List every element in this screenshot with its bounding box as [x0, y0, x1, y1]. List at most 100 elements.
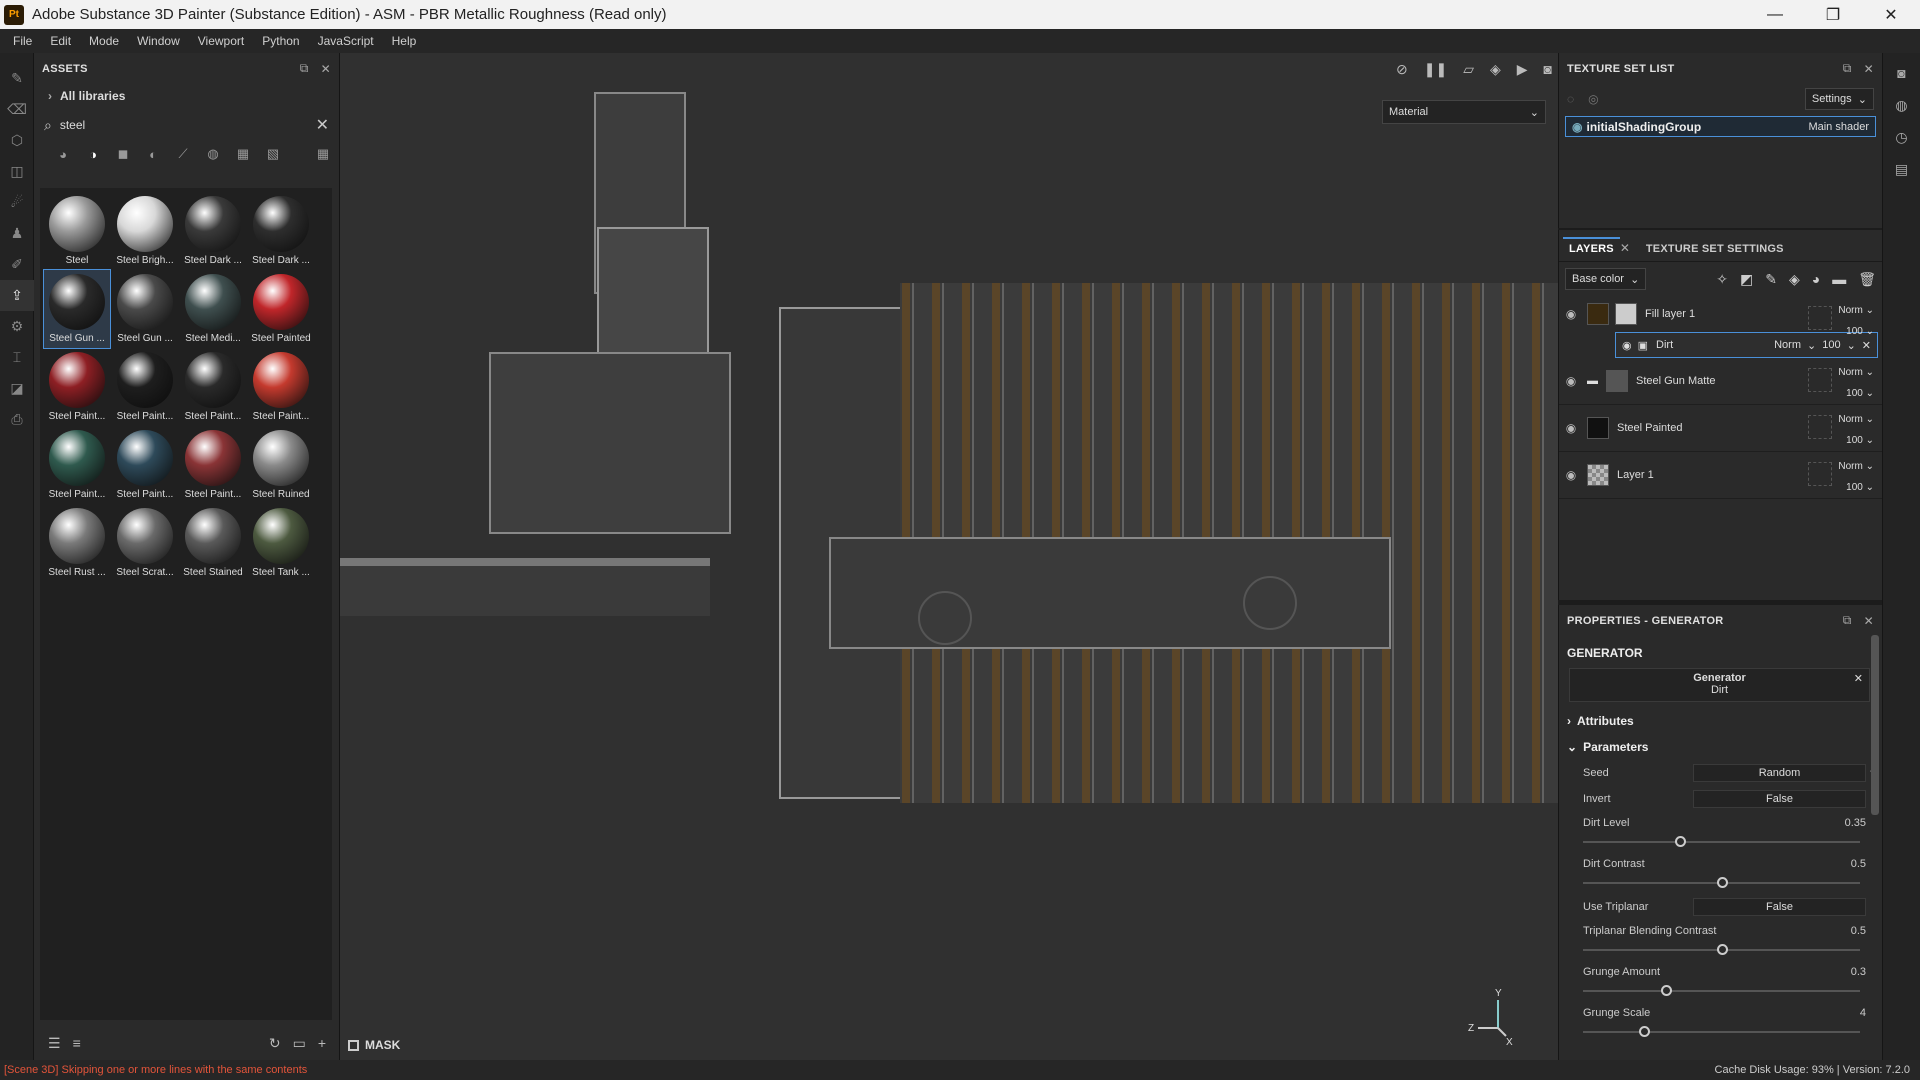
mask-toggle[interactable]: MASK [348, 1038, 400, 1052]
menu-window[interactable]: Window [128, 34, 189, 48]
layer-opacity[interactable]: 100 [1846, 388, 1863, 399]
maximize-button[interactable]: ❐ [1804, 0, 1862, 29]
close-panel-icon[interactable]: ✕ [1864, 614, 1874, 628]
material-tile[interactable]: Steel Gun ... [112, 270, 178, 348]
parameters-group[interactable]: ⌄ Parameters [1559, 734, 1882, 760]
assets-icon[interactable]: ⇪ [0, 280, 34, 311]
material-tile[interactable]: Steel Gun ... [43, 269, 111, 349]
shelf-icon[interactable]: ⌶ [0, 342, 34, 373]
tab-layers[interactable]: LAYERS [1563, 237, 1620, 261]
generator-picker[interactable]: Generator Dirt ✕ [1569, 668, 1870, 702]
add-mask-icon[interactable]: ◩ [1740, 271, 1753, 288]
refresh-icon[interactable]: ↻ [269, 1035, 281, 1052]
slider-handle[interactable] [1717, 877, 1728, 888]
eraser-icon[interactable]: ⌫ [0, 94, 34, 125]
menu-python[interactable]: Python [253, 34, 308, 48]
filter-environment-icon[interactable]: ▧ [258, 142, 288, 166]
camera-icon[interactable]: ▶ [1517, 61, 1528, 78]
details-view-icon[interactable]: ≡ [73, 1035, 81, 1051]
layer-row[interactable]: ◉ Layer 1 Norm ⌄ 100 ⌄ [1559, 452, 1882, 499]
paint-brush-icon[interactable]: ✎ [0, 63, 34, 94]
history-icon[interactable]: ◷ [1883, 121, 1920, 153]
slider-handle[interactable] [1639, 1026, 1651, 1037]
material-tile[interactable]: Steel Rust ... [44, 504, 110, 582]
mask-checkbox[interactable] [348, 1039, 359, 1051]
close-icon[interactable]: ✕ [1854, 672, 1863, 685]
close-window-button[interactable]: ✕ [1862, 0, 1920, 29]
menu-viewport[interactable]: Viewport [189, 34, 253, 48]
add-folder-icon[interactable]: ▬ [1832, 271, 1846, 287]
attributes-group[interactable]: › Attributes [1559, 708, 1882, 734]
library-breadcrumb[interactable]: › All libraries [34, 84, 339, 108]
add-smart-material-icon[interactable]: ◕ [1812, 271, 1820, 287]
clone-stamp-icon[interactable]: ♟ [0, 218, 34, 249]
material-tile[interactable]: Steel [44, 192, 110, 270]
grid-view-icon[interactable]: ▦ [308, 142, 338, 166]
blend-mode[interactable]: Norm [1838, 414, 1862, 425]
layer-mask-slot[interactable] [1808, 368, 1832, 392]
material-tile[interactable]: Steel Tank ... [248, 504, 314, 582]
material-tile[interactable]: Steel Paint... [112, 426, 178, 504]
visibility-icon[interactable]: ◎ [1588, 92, 1598, 106]
material-tile[interactable]: Steel Dark ... [248, 192, 314, 270]
3d-view-icon[interactable]: ◈ [1490, 61, 1501, 78]
bake-icon[interactable]: ⚙ [0, 311, 34, 342]
invert-toggle[interactable]: False [1693, 790, 1866, 808]
settings-dropdown[interactable]: Settings ⌄ [1804, 88, 1874, 110]
eye-icon[interactable]: ◉ [1559, 374, 1583, 388]
material-tile[interactable]: Steel Paint... [44, 426, 110, 504]
clear-search-icon[interactable]: ✕ [316, 115, 329, 135]
layer-row[interactable]: ◉ Fill layer 1 Norm ⌄ 100 ⌄ [1559, 296, 1882, 337]
2d-view-icon[interactable]: ▱ [1463, 61, 1474, 78]
material-tile[interactable]: Steel Paint... [112, 348, 178, 426]
material-tile[interactable]: Steel Dark ... [180, 192, 246, 270]
layer-mask-slot[interactable] [1808, 306, 1832, 330]
geometry-mask-icon[interactable]: ◫ [0, 156, 34, 187]
material-tile[interactable]: Steel Scrat... [112, 504, 178, 582]
menu-mode[interactable]: Mode [80, 34, 128, 48]
layer-opacity[interactable]: 100 [1846, 326, 1863, 337]
asset-search[interactable]: ⌕ steel ✕ [34, 110, 339, 140]
eye-icon[interactable]: ◉ [1559, 421, 1583, 435]
filter-texture-icon[interactable]: ▦ [228, 142, 258, 166]
material-tile[interactable]: Steel Medi... [180, 270, 246, 348]
visibility-off-icon[interactable]: ◌ [1567, 92, 1574, 106]
slider-handle[interactable] [1717, 944, 1728, 955]
slider-handle[interactable] [1661, 985, 1673, 996]
slider-value[interactable]: 4 [1860, 1007, 1866, 1019]
filter-smart-material-icon[interactable]: ◕ [48, 142, 78, 166]
close-panel-icon[interactable]: ✕ [1864, 62, 1874, 76]
screenshot-icon[interactable]: ◙ [1544, 61, 1552, 77]
layer-opacity[interactable]: 100 [1846, 482, 1863, 493]
slider-track[interactable] [1583, 1031, 1860, 1033]
layer-mask-slot[interactable] [1808, 462, 1832, 486]
material-tile[interactable]: Steel Stained [180, 504, 246, 582]
menu-file[interactable]: File [4, 34, 41, 48]
material-tile[interactable]: Steel Painted [248, 270, 314, 348]
close-tab-icon[interactable]: ✕ [1620, 241, 1630, 261]
seed-button[interactable]: Random✎ [1693, 764, 1879, 782]
channel-dropdown[interactable]: Base color ⌄ [1565, 268, 1647, 290]
projection-icon[interactable]: ⬡ [0, 125, 34, 156]
effect-blend-mode[interactable]: Norm [1774, 339, 1801, 351]
slider-value[interactable]: 0.3 [1851, 966, 1866, 978]
material-tile[interactable]: Steel Paint... [248, 348, 314, 426]
camera-settings-icon[interactable]: ◙ [1883, 57, 1920, 89]
material-tile[interactable]: Steel Paint... [180, 348, 246, 426]
slider-track[interactable] [1583, 841, 1860, 843]
hide-ui-icon[interactable]: ⊘ [1396, 61, 1408, 78]
material-tile[interactable]: Steel Paint... [180, 426, 246, 504]
float-panel-icon[interactable]: ⧉ [300, 61, 309, 76]
delete-layer-icon[interactable]: 🗑 [1858, 271, 1876, 288]
blend-mode[interactable]: Norm [1838, 367, 1862, 378]
float-panel-icon[interactable]: ⧉ [1843, 61, 1852, 76]
blend-mode[interactable]: Norm [1838, 461, 1862, 472]
menu-javascript[interactable]: JavaScript [309, 34, 383, 48]
slider-value[interactable]: 0.5 [1851, 858, 1866, 870]
eye-icon[interactable]: ◉ [1622, 339, 1632, 352]
slider-handle[interactable] [1675, 836, 1687, 847]
material-tile[interactable]: Steel Ruined [248, 426, 314, 504]
blend-mode[interactable]: Norm [1838, 305, 1862, 316]
menu-edit[interactable]: Edit [41, 34, 80, 48]
menu-help[interactable]: Help [383, 34, 426, 48]
